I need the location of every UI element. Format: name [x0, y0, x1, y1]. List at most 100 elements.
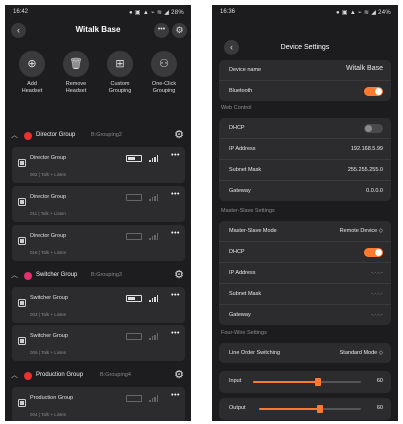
more-icon[interactable]: •••	[171, 191, 180, 198]
ip-address-row[interactable]: IP Address -.-.-.-	[219, 263, 391, 284]
gateway-label: Gateway	[229, 312, 251, 318]
gear-icon[interactable]: ⚙	[174, 268, 184, 281]
signal-bar	[154, 396, 156, 402]
device-channel: 006 | Talk + Listen	[30, 350, 67, 355]
battery-icon	[126, 155, 142, 162]
more-icon: •••	[157, 26, 166, 33]
bluetooth-toggle[interactable]	[364, 87, 383, 96]
line-order-label: Line Order Switching	[229, 350, 281, 356]
status-bar: 16:36 ● ▣ ▲ ⌁ ≋ ◢ 24%	[212, 5, 398, 19]
slider-fill	[259, 408, 321, 410]
signal-bar	[149, 160, 151, 162]
master-slave-card: Master-Slave Mode Remote Device ◇ DHCP I…	[219, 221, 391, 325]
subnet-mask-label: Subnet Mask	[229, 167, 262, 173]
output-label: Output	[229, 405, 246, 411]
gear-icon[interactable]: ⚙	[174, 128, 184, 141]
section-title: Four-Wire Settings	[221, 330, 267, 336]
chevron-up-icon: ︿	[11, 372, 18, 379]
bluetooth-row: Bluetooth	[219, 81, 391, 101]
gear-icon: ⚙	[175, 25, 184, 35]
toggle-knob	[375, 88, 382, 95]
remove-headset-label: Remove Headset	[65, 81, 87, 94]
header: ‹ Device Settings	[212, 19, 398, 55]
device-name-row[interactable]: Device name Witalk Base	[219, 60, 391, 81]
more-icon[interactable]: •••	[171, 230, 180, 237]
line-order-value: Standard Mode ◇	[339, 350, 383, 356]
status-icons: ● ▣ ▲ ⌁ ≋ ◢ 24%	[336, 10, 391, 16]
trash-icon: 🗑	[63, 51, 89, 77]
group-number: B:Grouping3	[91, 272, 122, 278]
slider-thumb[interactable]	[317, 405, 324, 413]
more-button[interactable]: •••	[154, 23, 169, 38]
section-title: Master-Slave Settings	[221, 208, 275, 214]
device-row[interactable]: Director Group 011 | Talk + Listen •••	[12, 186, 185, 222]
subnet-mask-value: -.-.-.-	[371, 291, 383, 297]
add-headset-button[interactable]: ⊕ Add Headset	[10, 51, 54, 94]
device-settings-screen: 16:36 ● ▣ ▲ ⌁ ≋ ◢ 24% ‹ Device Settings …	[212, 5, 398, 421]
ip-address-value: 192.168.5.99	[350, 146, 383, 152]
headset-icon	[18, 154, 26, 167]
group-number: B:Grouping2	[91, 132, 122, 138]
subnet-mask-row[interactable]: Subnet Mask 255.255.255.0	[219, 160, 391, 181]
settings-button[interactable]: ⚙	[172, 23, 187, 38]
output-slider[interactable]	[259, 405, 361, 413]
gear-icon[interactable]: ⚙	[174, 368, 184, 381]
grid-icon: ⊞	[107, 51, 133, 77]
battery-icon	[126, 395, 142, 402]
more-icon[interactable]: •••	[171, 330, 180, 337]
input-card: Input 60	[219, 371, 391, 393]
device-row[interactable]: Production Group 004 | Talk + Listen •••	[12, 387, 185, 421]
more-icon[interactable]: •••	[171, 292, 180, 299]
web-control-card: DHCP IP Address 192.168.5.99 Subnet Mask…	[219, 118, 391, 201]
gateway-row[interactable]: Gateway -.-.-.-	[219, 305, 391, 325]
dhcp-toggle[interactable]	[364, 248, 383, 257]
device-name: Director Group	[30, 194, 67, 200]
device-row[interactable]: Director Group 016 | Talk + Listen •••	[12, 225, 185, 261]
dhcp-toggle[interactable]	[364, 124, 383, 133]
custom-grouping-button[interactable]: ⊞ Custom Grouping	[98, 51, 142, 94]
signal-bar	[149, 400, 151, 402]
witalk-base-screen: 16:42 ● ▣ ▲ ⌁ ≋ ◢ 28% ‹ Witalk Base ••• …	[5, 5, 191, 421]
remove-headset-button[interactable]: 🗑 Remove Headset	[54, 51, 98, 94]
device-name-label: Device name	[229, 67, 262, 73]
signal-icon	[149, 154, 159, 162]
people-icon: ⚇	[151, 51, 177, 77]
status-bar: 16:42 ● ▣ ▲ ⌁ ≋ ◢ 28%	[5, 5, 191, 19]
ip-address-row[interactable]: IP Address 192.168.5.99	[219, 139, 391, 160]
gateway-value: 0.0.0.0	[366, 188, 383, 194]
group-header-director[interactable]: ︿ Director Group B:Grouping2 ⚙	[5, 127, 191, 145]
group-header-production[interactable]: ︿ Production Group B:Grouping4 ⚙	[5, 367, 191, 385]
signal-bar	[149, 199, 151, 201]
gateway-row[interactable]: Gateway 0.0.0.0	[219, 181, 391, 201]
device-channel: 016 | Talk + Listen	[30, 250, 67, 255]
chevron-up-icon: ︿	[11, 132, 18, 139]
device-name: Switcher Group	[30, 333, 68, 339]
device-name: Director Group	[30, 233, 67, 239]
master-slave-mode-row[interactable]: Master-Slave Mode Remote Device ◇	[219, 221, 391, 242]
page-title: Device Settings	[280, 44, 330, 51]
subnet-mask-value: 255.255.255.0	[347, 167, 383, 173]
device-info-card: Device name Witalk Base Bluetooth	[219, 60, 391, 101]
one-click-grouping-button[interactable]: ⚇ One-Click Grouping	[142, 51, 186, 94]
group-color-dot	[24, 272, 32, 280]
section-title: Web Control	[221, 105, 252, 111]
group-color-dot	[24, 372, 32, 380]
toggle-knob	[375, 249, 382, 256]
device-row[interactable]: Switcher Group 006 | Talk + Listen •••	[12, 325, 185, 361]
group-color-dot	[24, 132, 32, 140]
slider-thumb[interactable]	[314, 378, 321, 386]
group-header-switcher[interactable]: ︿ Switcher Group B:Grouping3 ⚙	[5, 267, 191, 285]
device-row[interactable]: Director Group 002 | Talk + Listen •••	[12, 147, 185, 183]
line-order-row[interactable]: Line Order Switching Standard Mode ◇	[219, 343, 391, 363]
master-slave-mode-value: Remote Device ◇	[339, 228, 383, 234]
device-name: Production Group	[30, 395, 74, 401]
more-icon[interactable]: •••	[171, 392, 180, 399]
battery-icon	[126, 194, 142, 201]
more-icon[interactable]: •••	[171, 152, 180, 159]
signal-bar	[149, 238, 151, 240]
subnet-mask-row[interactable]: Subnet Mask -.-.-.-	[219, 284, 391, 305]
input-slider[interactable]	[253, 378, 361, 386]
headset-icon	[18, 294, 26, 307]
output-card: Output 60	[219, 398, 391, 420]
device-row[interactable]: Switcher Group 003 | Talk + Listen •••	[12, 287, 185, 323]
